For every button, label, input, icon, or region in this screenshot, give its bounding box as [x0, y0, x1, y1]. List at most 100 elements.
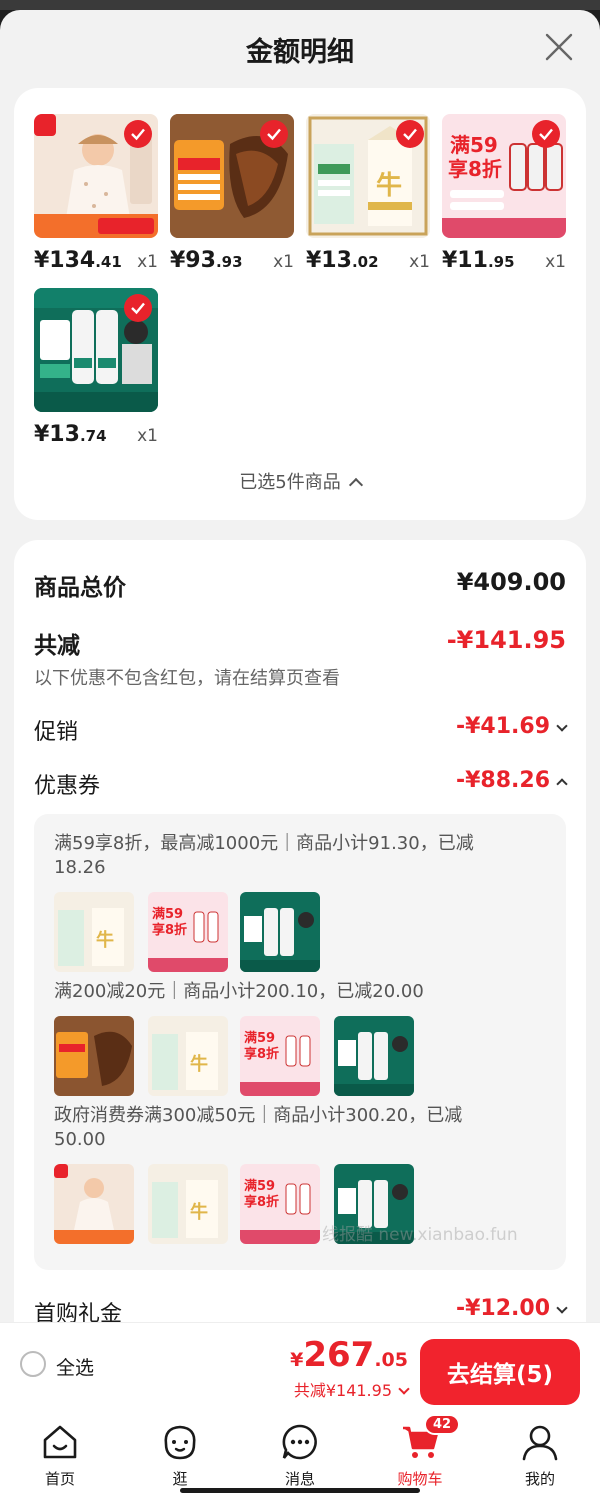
home-indicator [180, 1488, 420, 1493]
product-thumb-green-milk [34, 288, 158, 412]
svg-text:牛: 牛 [190, 1053, 208, 1075]
first-purchase-value: -¥12.00 [456, 1296, 568, 1321]
coupon-product-thumb [54, 1164, 134, 1244]
tab-cart[interactable]: 42 购物车 [370, 1414, 470, 1489]
coupon-product-thumb: 满59 享8折 [240, 1164, 320, 1244]
tab-label: 逛 [172, 1470, 188, 1488]
select-all-radio[interactable] [20, 1351, 46, 1377]
sheet-header: 金额明细 [0, 10, 600, 86]
total-price-block: ¥267.05 共减¥141.95 [290, 1335, 410, 1401]
selected-products-card: ¥134.41 x1 ¥93.93 x1 牛 ¥13.02 x1 满59 享8折… [14, 88, 586, 520]
coupon-product-thumb: 牛 [148, 1164, 228, 1244]
tab-label: 我的 [524, 1470, 555, 1488]
checkout-button[interactable]: 去结算(5) [420, 1339, 580, 1405]
tab-label: 首页 [44, 1470, 75, 1488]
bottom-tabbar: 首页 逛 消息 42 购物车 我的 [0, 1414, 600, 1496]
tab-home[interactable]: 首页 [10, 1422, 110, 1489]
selected-count-label: 已选5件商品 [239, 472, 341, 493]
chevron-down-icon [556, 720, 568, 732]
chevron-down-icon [398, 1383, 410, 1395]
selected-count-toggle[interactable]: 已选5件商品 [14, 468, 586, 494]
product-item[interactable]: 牛 ¥13.02 x1 [306, 114, 430, 284]
coupon-product-thumb: 牛 [148, 1016, 228, 1096]
svg-text:享8折: 享8折 [152, 922, 187, 938]
tab-label: 购物车 [397, 1470, 443, 1488]
product-price: ¥93.93 [170, 248, 243, 273]
product-price: ¥13.74 [34, 422, 107, 447]
coupon-rule-1: 满59享8折，最高减1000元｜商品小计91.30，已减 18.26 [54, 833, 474, 878]
product-thumb-milk-carton: 牛 [306, 114, 430, 238]
product-item[interactable]: ¥134.41 x1 [34, 114, 158, 284]
checkout-bar: 全选 ¥267.05 共减¥141.95 去结算(5) [0, 1322, 600, 1416]
tab-browse[interactable]: 逛 [130, 1422, 230, 1489]
select-all-label[interactable]: 全选 [56, 1353, 94, 1380]
svg-text:满59: 满59 [152, 906, 183, 922]
svg-text:满59: 满59 [244, 1030, 275, 1046]
checked-icon[interactable] [124, 120, 152, 148]
coupon-rule-2: 满200减20元｜商品小计200.10，已减20.00 [54, 981, 424, 1002]
svg-text:牛: 牛 [376, 171, 402, 201]
product-qty: x1 [137, 252, 158, 272]
coupon-rule-3: 政府消费券满300减50元｜商品小计300.20，已减 50.00 [54, 1105, 463, 1150]
tab-profile[interactable]: 我的 [490, 1422, 590, 1489]
product-thumb-milk-pack: 满59 享8折 [442, 114, 566, 238]
message-icon [280, 1422, 320, 1462]
cart-icon: 42 [400, 1414, 461, 1462]
coupon-product-thumb: 牛 [54, 892, 134, 972]
browse-icon [160, 1422, 200, 1462]
total-reduce-summary[interactable]: 共减¥141.95 [290, 1377, 410, 1401]
svg-text:享8折: 享8折 [244, 1046, 279, 1062]
coupon-row[interactable]: 优惠券 -¥88.26 [34, 768, 568, 800]
product-item[interactable]: ¥13.74 x1 [34, 288, 158, 458]
svg-text:享8折: 享8折 [448, 157, 502, 181]
coupon-detail-box: 满59享8折，最高减1000元｜商品小计91.30，已减 18.26 牛 满59 享… [34, 814, 566, 1270]
tab-messages[interactable]: 消息 [250, 1422, 350, 1489]
product-qty: x1 [545, 252, 566, 272]
svg-text:满59: 满59 [450, 133, 498, 157]
chevron-down-icon [556, 1302, 568, 1314]
close-button[interactable] [544, 32, 574, 62]
product-item[interactable]: 满59 享8折 ¥11.95 x1 [442, 114, 566, 284]
promo-value: -¥41.69 [456, 714, 568, 739]
chevron-up-icon [556, 778, 568, 790]
goods-total-row: 商品总价 ¥409.00 [34, 568, 566, 602]
product-item[interactable]: ¥93.93 x1 [170, 114, 294, 284]
coupon-product-thumb [54, 1016, 134, 1096]
coupon-product-thumb: 满59 享8折 [240, 1016, 320, 1096]
product-qty: x1 [137, 426, 158, 446]
cart-count-badge: 42 [424, 1414, 461, 1435]
svg-text:牛: 牛 [96, 929, 114, 951]
svg-text:满59: 满59 [244, 1178, 275, 1194]
coupon-product-thumb: 满59 享8折 [148, 892, 228, 972]
svg-text:牛: 牛 [190, 1201, 208, 1223]
checked-icon[interactable] [124, 294, 152, 322]
product-price: ¥134.41 [34, 248, 122, 273]
tab-label: 消息 [284, 1470, 315, 1488]
checked-icon[interactable] [396, 120, 424, 148]
total-reduce-value: -¥141.95 [446, 626, 566, 654]
total-price: ¥267.05 [290, 1335, 408, 1375]
product-qty: x1 [409, 252, 430, 272]
home-icon [40, 1422, 80, 1462]
amount-detail-sheet: 金额明细 ¥134.41 x1 ¥93.93 x1 牛 ¥13.02 x1 满5… [0, 10, 600, 1496]
checked-icon[interactable] [532, 120, 560, 148]
product-qty: x1 [273, 252, 294, 272]
product-price: ¥13.02 [306, 248, 379, 273]
svg-text:享8折: 享8折 [244, 1194, 279, 1210]
coupon-value: -¥88.26 [456, 768, 568, 793]
sheet-title: 金额明细 [246, 37, 354, 68]
chevron-up-icon [348, 477, 363, 493]
promo-row[interactable]: 促销 -¥41.69 [34, 714, 568, 746]
total-reduce-row: 共减 -¥141.95 [34, 626, 566, 660]
watermark: 线报酷 new.xianbao.fun [322, 1225, 518, 1245]
product-price: ¥11.95 [442, 248, 515, 273]
status-strip [0, 0, 600, 10]
close-icon [545, 33, 573, 61]
coupon-product-thumb [240, 892, 320, 972]
profile-icon [520, 1422, 560, 1462]
coupon-product-thumb [334, 1016, 414, 1096]
checked-icon[interactable] [260, 120, 288, 148]
goods-total-value: ¥409.00 [456, 568, 566, 596]
product-thumb-kids-sleepsuit [34, 114, 158, 238]
reduce-note: 以下优惠不包含红包，请在结算页查看 [34, 668, 340, 689]
